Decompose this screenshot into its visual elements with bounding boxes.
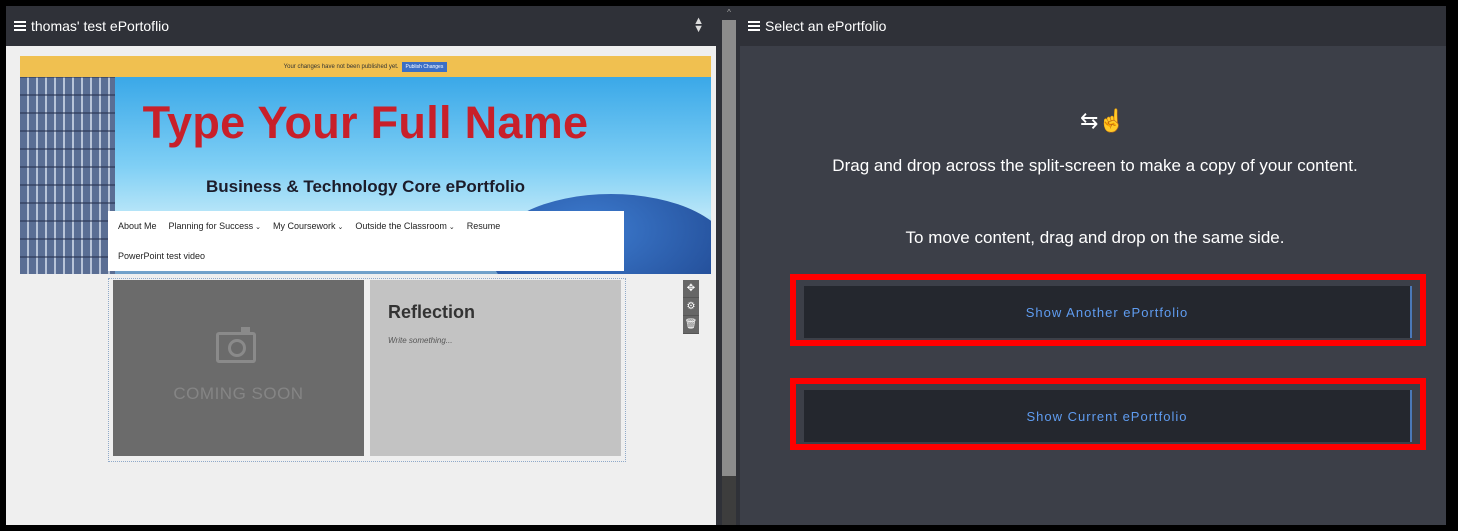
- left-pane-title: thomas' test ePortoflio: [31, 18, 170, 34]
- list-icon: [748, 21, 760, 31]
- right-pane-header: Select an ePortfolio: [740, 6, 1446, 46]
- publish-changes-button[interactable]: Publish Changes: [401, 61, 448, 72]
- nav-item-resume[interactable]: Resume: [467, 221, 501, 231]
- reflection-title[interactable]: Reflection: [388, 302, 475, 323]
- chevron-down-icon: ⌄: [255, 224, 261, 231]
- instruction-move: To move content, drag and drop on the sa…: [905, 228, 1285, 247]
- trash-icon[interactable]: 🗑: [683, 316, 699, 334]
- publish-message: Your changes have not been published yet…: [283, 63, 399, 70]
- right-pane-title: Select an ePortfolio: [765, 18, 887, 34]
- reflection-placeholder[interactable]: Write something...: [388, 336, 452, 345]
- site-nav: About Me Planning for Success ⌄ My Course…: [108, 211, 624, 271]
- chevron-down-icon: ⌄: [337, 224, 344, 231]
- right-pane: Select an ePortfolio ⇆☝ Drag and drop ac…: [740, 6, 1446, 525]
- nav-item-planning[interactable]: Planning for Success ⌄: [169, 221, 261, 231]
- coming-soon-text: COMING SOON: [173, 384, 304, 403]
- publish-notice-bar: Your changes have not been published yet…: [20, 56, 711, 77]
- list-icon: [14, 21, 26, 31]
- nav-item-about-me[interactable]: About Me: [118, 221, 157, 231]
- select-arrows-icon[interactable]: ▲ ▼: [693, 16, 704, 35]
- left-pane: thomas' test ePortoflio ▲ ▼ Your changes …: [6, 6, 716, 525]
- move-icon[interactable]: ✥: [683, 280, 699, 298]
- left-pane-header[interactable]: thomas' test ePortoflio ▲ ▼: [6, 6, 716, 46]
- chevron-down-icon: ⌄: [448, 224, 455, 231]
- nav-item-powerpoint-video[interactable]: PowerPoint test video: [118, 251, 205, 261]
- show-another-eportfolio-button[interactable]: Show Another ePortfolio: [804, 286, 1412, 338]
- scroll-up-arrow-icon[interactable]: ^: [722, 6, 736, 20]
- split-scrollbar[interactable]: [722, 20, 736, 525]
- reflection-block[interactable]: Reflection Write something...: [370, 280, 621, 456]
- hero-subtitle[interactable]: Business & Technology Core ePortfolio: [20, 177, 711, 197]
- scrollbar-track: [722, 476, 736, 525]
- show-current-eportfolio-button[interactable]: Show Current ePortfolio: [804, 390, 1412, 442]
- drag-gesture-icon: ⇆☝: [1080, 108, 1126, 133]
- hero-title[interactable]: Type Your Full Name: [20, 97, 711, 149]
- content-block[interactable]: COMING SOON Reflection Write something..…: [108, 278, 626, 462]
- instruction-copy: Drag and drop across the split-screen to…: [832, 156, 1358, 175]
- image-placeholder[interactable]: COMING SOON: [113, 280, 364, 456]
- split-screen-window: thomas' test ePortoflio ▲ ▼ Your changes …: [6, 6, 1446, 525]
- gear-icon[interactable]: ⚙: [683, 298, 699, 316]
- nav-item-coursework[interactable]: My Coursework ⌄: [273, 221, 343, 231]
- block-toolbar: ✥ ⚙ 🗑: [683, 280, 699, 334]
- nav-item-outside-classroom[interactable]: Outside the Classroom ⌄: [355, 221, 454, 231]
- camera-icon: [216, 327, 256, 363]
